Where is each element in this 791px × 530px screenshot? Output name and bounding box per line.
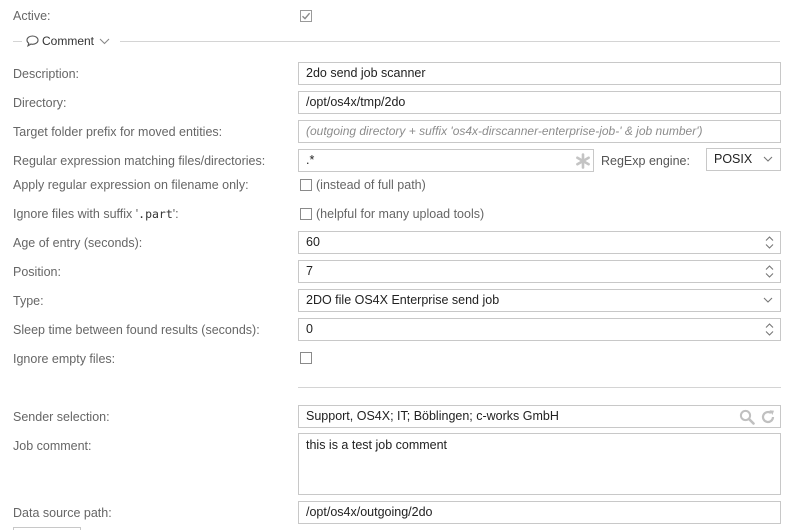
stepper-arrows-icon[interactable] bbox=[765, 322, 774, 337]
type-select[interactable]: 2DO file OS4X Enterprise send job bbox=[298, 289, 781, 312]
apply-filename-checkbox[interactable] bbox=[300, 179, 312, 191]
regex-engine-label: RegExp engine: bbox=[601, 154, 690, 168]
ignore-part-label: Ignore files with suffix '.part': bbox=[13, 207, 179, 221]
age-label: Age of entry (seconds): bbox=[13, 236, 143, 250]
age-value: 60 bbox=[306, 235, 320, 249]
regex-engine-value: POSIX bbox=[714, 152, 753, 166]
target-prefix-input[interactable]: (outgoing directory + suffix 'os4x-dirsc… bbox=[298, 120, 781, 143]
directory-input[interactable]: /opt/os4x/tmp/2do bbox=[298, 91, 781, 114]
type-value: 2DO file OS4X Enterprise send job bbox=[306, 293, 500, 307]
active-label: Active: bbox=[13, 9, 51, 23]
sleep-stepper[interactable]: 0 bbox=[298, 318, 781, 341]
position-stepper[interactable]: 7 bbox=[298, 260, 781, 283]
ignore-empty-label: Ignore empty files: bbox=[13, 352, 116, 366]
type-label: Type: bbox=[13, 294, 44, 308]
sleep-label: Sleep time between found results (second… bbox=[13, 323, 260, 337]
section-divider-right bbox=[120, 41, 780, 42]
apply-filename-label: Apply regular expression on filename onl… bbox=[13, 178, 249, 192]
ignore-part-checkbox[interactable] bbox=[300, 208, 312, 220]
regex-input[interactable]: .* bbox=[298, 149, 594, 172]
stepper-arrows-icon[interactable] bbox=[765, 235, 774, 250]
speech-bubble-icon bbox=[26, 35, 39, 47]
job-comment-textarea[interactable]: this is a test job comment bbox=[298, 433, 781, 495]
regex-value: .* bbox=[306, 153, 315, 167]
sender-value: Support, OS4X; IT; Böblingen; c-works Gm… bbox=[306, 409, 559, 423]
regex-label: Regular expression matching files/direct… bbox=[13, 154, 266, 168]
position-label: Position: bbox=[13, 265, 61, 279]
sleep-value: 0 bbox=[306, 322, 313, 336]
checkmark-icon bbox=[302, 12, 311, 20]
section-divider-left bbox=[13, 41, 22, 42]
sender-label: Sender selection: bbox=[13, 410, 110, 424]
age-stepper[interactable]: 60 bbox=[298, 231, 781, 254]
chevron-down-icon bbox=[763, 297, 773, 303]
position-value: 7 bbox=[306, 264, 313, 278]
magnifier-icon[interactable] bbox=[739, 409, 755, 425]
ignore-part-label-prefix: Ignore files with suffix ' bbox=[13, 207, 139, 221]
job-comment-label: Job comment: bbox=[13, 439, 92, 453]
regex-engine-select[interactable]: POSIX bbox=[706, 148, 781, 171]
ignore-empty-checkbox[interactable] bbox=[300, 352, 312, 364]
active-checkbox[interactable] bbox=[300, 10, 312, 22]
ignore-part-label-suffix: ': bbox=[172, 207, 179, 221]
sender-selection-input[interactable]: Support, OS4X; IT; Böblingen; c-works Gm… bbox=[298, 405, 781, 428]
asterisk-icon bbox=[576, 153, 590, 169]
data-source-input[interactable]: /opt/os4x/outgoing/2do bbox=[298, 501, 781, 524]
target-prefix-label: Target folder prefix for moved entities: bbox=[13, 125, 223, 139]
data-source-label: Data source path: bbox=[13, 506, 112, 520]
chevron-down-icon bbox=[763, 156, 773, 162]
directory-label: Directory: bbox=[13, 96, 67, 110]
chevron-down-icon bbox=[99, 38, 110, 45]
refresh-icon[interactable] bbox=[760, 409, 776, 425]
stepper-arrows-icon[interactable] bbox=[765, 264, 774, 279]
ignore-part-hint: (helpful for many upload tools) bbox=[316, 207, 485, 221]
apply-filename-hint: (instead of full path) bbox=[316, 178, 426, 192]
ignore-part-suffix-code: .part bbox=[138, 207, 173, 221]
description-label: Description: bbox=[13, 67, 79, 81]
form-separator bbox=[298, 387, 781, 388]
comment-section-title: Comment bbox=[42, 34, 95, 48]
description-input[interactable]: 2do send job scanner bbox=[298, 62, 781, 85]
